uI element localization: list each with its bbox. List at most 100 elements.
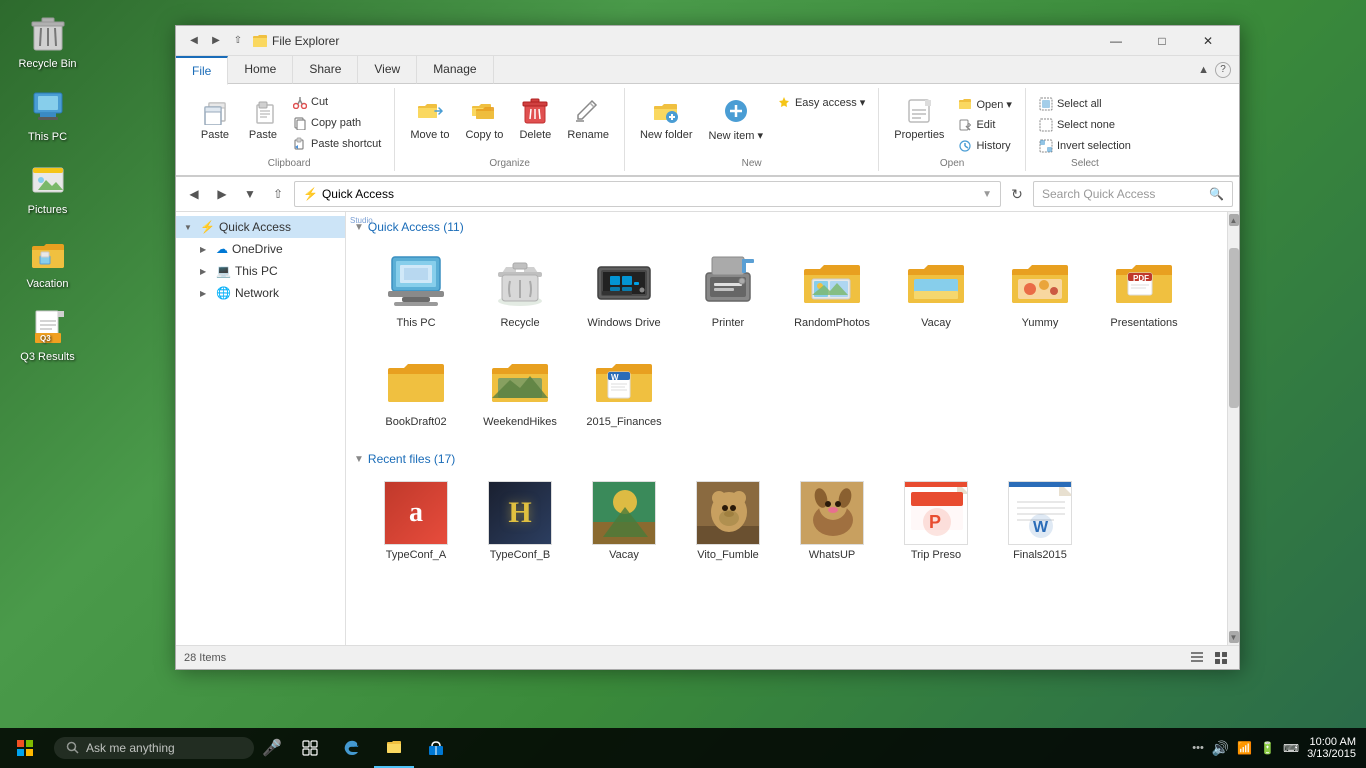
tab-manage[interactable]: Manage (417, 56, 493, 84)
back-btn[interactable]: ◀ (182, 182, 206, 206)
select-none-btn[interactable]: Select none (1034, 115, 1136, 135)
input-icon[interactable]: ⌨ (1283, 742, 1299, 755)
select-all-btn[interactable]: Select all (1034, 94, 1136, 114)
list-item[interactable]: Printer (678, 242, 778, 337)
start-button[interactable] (0, 728, 50, 768)
paste-shortcut-btn[interactable]: Paste shortcut (288, 134, 386, 154)
list-item[interactable]: WhatsUP (782, 474, 882, 569)
taskbar-search[interactable]: Ask me anything (54, 737, 254, 759)
microphone-btn[interactable]: 🎤 (258, 728, 286, 768)
list-item[interactable]: BookDraft02 (366, 341, 466, 436)
tab-share[interactable]: Share (293, 56, 358, 84)
cut-btn[interactable]: Cut (288, 92, 386, 112)
ribbon-collapse-btn[interactable]: ▲ (1198, 64, 1209, 76)
up-btn[interactable]: ⇧ (266, 182, 290, 206)
rename-btn[interactable]: Rename (560, 90, 616, 146)
refresh-btn[interactable]: ↻ (1005, 182, 1029, 206)
edit-btn[interactable]: Edit (953, 115, 1017, 135)
large-icons-view-btn[interactable] (1211, 648, 1231, 668)
new-folder-btn[interactable]: New folder (633, 90, 700, 146)
network-status-icon[interactable]: 📶 (1237, 741, 1252, 755)
taskbar-app-icons (290, 728, 456, 768)
scrollbar-thumb[interactable] (1229, 248, 1239, 408)
taskbar-dots[interactable]: ••• (1192, 742, 1204, 754)
search-field[interactable]: Search Quick Access 🔍 (1033, 181, 1233, 207)
vacation-folder-icon (28, 234, 68, 274)
nav-forward-btn[interactable]: ▶ (206, 31, 226, 51)
store-btn[interactable] (416, 728, 456, 768)
quick-access-icon: ⚡ (200, 220, 215, 234)
ribbon: File Home Share View Manage ▲ ? (176, 56, 1239, 177)
list-item[interactable]: Yummy (990, 242, 1090, 337)
task-view-btn[interactable] (290, 728, 330, 768)
tab-home[interactable]: Home (228, 56, 293, 84)
minimize-btn[interactable]: — (1093, 26, 1139, 56)
ribbon-help-btn[interactable]: ? (1215, 62, 1231, 78)
list-item[interactable]: Recycle (470, 242, 570, 337)
open-btn[interactable]: Open ▾ (953, 94, 1017, 114)
copy-path-icon (293, 116, 307, 130)
finals2015-icon: W (1008, 481, 1072, 545)
new-item-btn[interactable]: New item ▾ (702, 90, 770, 147)
quick-access-header[interactable]: ▼ Quick Access (11) (354, 220, 1219, 234)
paste-large-btn[interactable]: Paste (240, 90, 286, 146)
address-field[interactable]: ⚡ Quick Access ▼ (294, 181, 1001, 207)
list-item[interactable]: W Finals2015 (990, 474, 1090, 569)
battery-icon[interactable]: 🔋 (1260, 741, 1275, 755)
tab-view[interactable]: View (358, 56, 417, 84)
select-small-col: Select all Select none (1034, 90, 1136, 156)
list-item[interactable]: This PC (366, 242, 466, 337)
list-item[interactable]: W 2015_Finances (574, 341, 674, 436)
list-item[interactable]: a TypeConf_A (366, 474, 466, 569)
list-item[interactable]: Windows Drive (574, 242, 674, 337)
sidebar-item-this-pc[interactable]: ▶ 💻 This PC (176, 260, 345, 282)
list-item[interactable]: PDF Presentations (1094, 242, 1194, 337)
list-item[interactable]: Vacay (886, 242, 986, 337)
printer-item-icon (696, 249, 760, 313)
taskbar-clock[interactable]: 10:00 AM 3/13/2015 (1307, 736, 1356, 760)
copy-to-btn[interactable]: Copy to (458, 90, 510, 146)
delete-btn[interactable]: Delete (512, 90, 558, 146)
list-item[interactable]: RandomPhotos (782, 242, 882, 337)
list-item[interactable]: H Studio TypeConf_B (470, 474, 570, 569)
tab-file[interactable]: File (176, 56, 228, 85)
list-item[interactable]: Vacay (574, 474, 674, 569)
desktop-icon-vacation[interactable]: Vacation (10, 230, 85, 295)
edge-btn[interactable] (332, 728, 372, 768)
easy-access-btn[interactable]: Easy access ▾ (772, 92, 870, 112)
sidebar-item-network[interactable]: ▶ 🌐 Network (176, 282, 345, 304)
nav-up-btn[interactable]: ⇧ (228, 31, 248, 51)
close-btn[interactable]: ✕ (1185, 26, 1231, 56)
recent-locations-btn[interactable]: ▼ (238, 182, 262, 206)
copy-path-btn[interactable]: Copy path (288, 113, 386, 133)
history-btn[interactable]: History (953, 136, 1017, 156)
details-view-btn[interactable] (1187, 648, 1207, 668)
list-item[interactable]: P Trip Preso (886, 474, 986, 569)
presentations-folder-icon: PDF (1112, 249, 1176, 313)
desktop-icon-pictures[interactable]: Pictures (10, 156, 85, 221)
list-item[interactable]: WeekendHikes (470, 341, 570, 436)
title-bar: ◀ ▶ ⇧ File Explorer — □ ✕ (176, 26, 1239, 56)
file-explorer-taskbar-btn[interactable] (374, 728, 414, 768)
scrollbar[interactable]: ▲ ▼ (1227, 212, 1239, 645)
desktop-icon-this-pc[interactable]: This PC (10, 83, 85, 148)
volume-icon[interactable]: 🔊 (1212, 740, 1229, 757)
copy-icon (199, 95, 231, 127)
move-to-btn[interactable]: Move to (403, 90, 456, 146)
desktop-icon-q3-results[interactable]: Q3 Q3 Results (10, 303, 85, 368)
nav-back-btn[interactable]: ◀ (184, 31, 204, 51)
recent-collapse-btn[interactable]: ▼ (354, 454, 364, 465)
invert-selection-btn[interactable]: Invert selection (1034, 136, 1136, 156)
address-dropdown-icon[interactable]: ▼ (982, 189, 992, 200)
address-lightning-icon: ⚡ (303, 187, 318, 201)
list-item[interactable]: Vito_Fumble (678, 474, 778, 569)
copy-large-btn[interactable]: Paste (192, 90, 238, 146)
maximize-btn[interactable]: □ (1139, 26, 1185, 56)
properties-btn[interactable]: Properties (887, 90, 951, 146)
sidebar-item-quick-access[interactable]: ▼ ⚡ Quick Access (176, 216, 345, 238)
desktop-icon-recycle[interactable]: Recycle Bin (10, 10, 85, 75)
search-icon (66, 741, 80, 755)
sidebar-item-onedrive[interactable]: ▶ ☁ OneDrive (176, 238, 345, 260)
recent-files-header[interactable]: ▼ Recent files (17) (354, 452, 1219, 466)
forward-btn[interactable]: ▶ (210, 182, 234, 206)
